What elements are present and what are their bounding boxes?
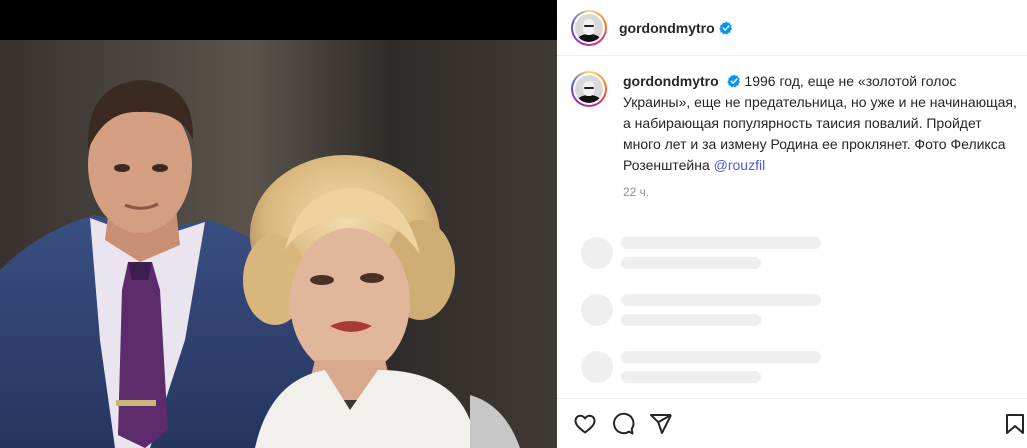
comment-button[interactable] <box>611 412 635 436</box>
post-action-bar <box>557 398 1027 448</box>
comments-loading-placeholder <box>581 224 821 395</box>
save-button[interactable] <box>1003 412 1027 436</box>
post-sidebar: gordondmytro gordondmytro 1996 год, еще … <box>557 0 1027 448</box>
post-timestamp[interactable]: 22 ч. <box>623 182 1021 203</box>
like-button[interactable] <box>573 412 597 436</box>
share-icon <box>650 413 672 434</box>
skeleton-line <box>621 236 821 249</box>
comment-icon <box>613 412 635 434</box>
skeleton-line <box>621 256 761 269</box>
skeleton-line <box>621 370 761 383</box>
author-avatar[interactable] <box>571 9 607 46</box>
heart-icon <box>574 414 596 433</box>
post-media-panel <box>0 0 557 448</box>
post-photo[interactable] <box>0 40 557 448</box>
caption-username[interactable]: gordondmytro <box>623 73 719 89</box>
caption-body: gordondmytro 1996 год, еще не «золотой г… <box>623 71 1021 203</box>
post-photo-illustration <box>0 40 557 448</box>
skeleton-avatar <box>581 236 613 269</box>
share-button[interactable] <box>649 412 673 436</box>
caption-mention-link[interactable]: @rouzfil <box>714 157 766 173</box>
caption-author-avatar[interactable] <box>571 71 607 107</box>
skeleton-line <box>621 313 761 326</box>
comment-skeleton <box>581 224 821 281</box>
skeleton-line <box>621 293 821 306</box>
skeleton-avatar <box>581 293 613 326</box>
bookmark-icon <box>1006 413 1024 434</box>
comment-skeleton <box>581 281 821 338</box>
post-caption: gordondmytro 1996 год, еще не «золотой г… <box>571 71 1021 203</box>
verified-badge-icon <box>718 20 732 34</box>
post-header: gordondmytro <box>557 0 1027 56</box>
skeleton-avatar <box>581 350 613 383</box>
caption-verified-badge-icon <box>726 74 740 88</box>
skeleton-line <box>621 350 821 363</box>
comment-skeleton <box>581 338 821 395</box>
author-username[interactable]: gordondmytro <box>619 20 715 36</box>
